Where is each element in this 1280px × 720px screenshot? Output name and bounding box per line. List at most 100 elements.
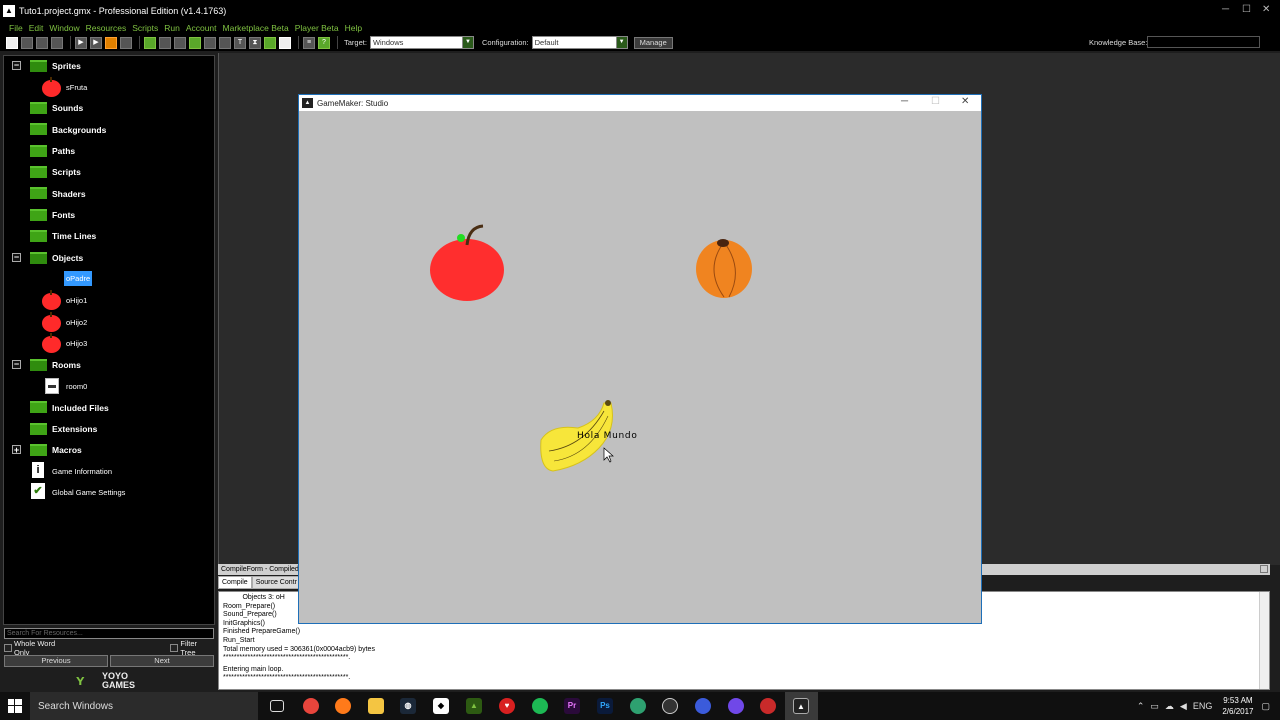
menu-marketplace[interactable]: Marketplace Beta	[223, 23, 289, 33]
menu-resources[interactable]: Resources	[86, 23, 127, 33]
menu-edit[interactable]: Edit	[29, 23, 44, 33]
tree-folder-extensions[interactable]: Extensions	[52, 424, 97, 434]
game-canvas[interactable]	[299, 111, 981, 623]
font-icon[interactable]: T	[234, 36, 246, 49]
background-icon[interactable]	[174, 36, 186, 49]
menu-scripts[interactable]: Scripts	[132, 23, 158, 33]
tree-item-opadre[interactable]: oPadre	[64, 271, 93, 286]
tree-item-room0[interactable]: room0	[66, 382, 87, 391]
steam-icon[interactable]: ◍	[400, 698, 416, 714]
spotify-icon[interactable]	[532, 698, 548, 714]
game-close-button[interactable]: ✕	[961, 96, 969, 107]
tree-item-ohijo2[interactable]: oHijo2	[66, 318, 87, 327]
sound-icon[interactable]	[159, 36, 171, 49]
minimize-button[interactable]: ─	[1222, 4, 1229, 15]
room-icon[interactable]	[279, 36, 291, 49]
tree-item-sfruta[interactable]: sFruta	[66, 83, 87, 92]
game-minimize-button[interactable]: ─	[901, 96, 908, 107]
app-red-icon[interactable]	[760, 698, 776, 714]
new-project-icon[interactable]	[6, 36, 18, 49]
network-icon[interactable]: ▭	[1150, 701, 1159, 712]
help-icon[interactable]: ?	[318, 36, 330, 49]
shader-icon[interactable]	[219, 36, 231, 49]
menu-account[interactable]: Account	[186, 23, 217, 33]
firefox-icon[interactable]	[335, 698, 351, 714]
next-button[interactable]: Next	[110, 655, 214, 667]
clean-icon[interactable]	[120, 36, 132, 49]
stop-icon[interactable]	[105, 36, 117, 49]
heart-app-icon[interactable]: ♥	[499, 698, 515, 714]
file-explorer-icon[interactable]	[368, 698, 384, 714]
script-icon[interactable]	[204, 36, 216, 49]
clock[interactable]: 9:53 AM 2/6/2017	[1222, 695, 1253, 717]
task-view-icon[interactable]	[270, 700, 284, 712]
whole-word-checkbox[interactable]	[4, 643, 12, 652]
output-scrollbar[interactable]	[1259, 592, 1269, 689]
tree-item-ohijo1[interactable]: oHijo1	[66, 296, 87, 305]
debug-icon[interactable]: ▶	[90, 36, 102, 49]
app-purple-icon[interactable]	[728, 698, 744, 714]
tree-item-ohijo3[interactable]: oHijo3	[66, 339, 87, 348]
path-icon[interactable]	[189, 36, 201, 49]
export-icon[interactable]	[51, 36, 63, 49]
knowledge-base-input[interactable]	[1147, 36, 1260, 48]
cloud-icon[interactable]: ☁	[1165, 701, 1174, 712]
target-select[interactable]: Windows ▼	[369, 36, 474, 49]
close-button[interactable]: ✕	[1262, 4, 1270, 15]
app-icon[interactable]: ◆	[433, 698, 449, 714]
tree-folder-sprites[interactable]: Sprites	[52, 61, 81, 71]
expand-macros-toggle[interactable]: +	[12, 445, 21, 455]
chevron-down-icon[interactable]: ▼	[615, 37, 627, 48]
configuration-select[interactable]: Default ▼	[531, 36, 628, 49]
sprite-icon[interactable]	[144, 36, 156, 49]
collapse-objects-toggle[interactable]: −	[12, 253, 21, 262]
restore-icon[interactable]	[1260, 565, 1268, 573]
game-maximize-button[interactable]: ☐	[931, 96, 940, 107]
tree-folder-paths[interactable]: Paths	[52, 146, 75, 156]
menu-file[interactable]: File	[9, 23, 23, 33]
filter-tree-checkbox[interactable]	[170, 643, 179, 652]
previous-button[interactable]: Previous	[4, 655, 108, 667]
tree-folder-sounds[interactable]: Sounds	[52, 103, 83, 113]
app-globe-icon[interactable]	[630, 698, 646, 714]
tree-item-game-information[interactable]: Game Information	[52, 467, 112, 476]
tree-folder-macros[interactable]: Macros	[52, 445, 82, 455]
start-button[interactable]	[0, 692, 30, 720]
language-indicator[interactable]: ENG	[1193, 701, 1213, 711]
manage-button[interactable]: Manage	[633, 36, 673, 49]
menu-help[interactable]: Help	[345, 23, 362, 33]
premiere-icon[interactable]: Pr	[564, 698, 580, 714]
tab-compile[interactable]: Compile	[218, 576, 252, 589]
tree-folder-fonts[interactable]: Fonts	[52, 210, 75, 220]
gamemaker-runner-icon[interactable]: ▲	[793, 698, 809, 714]
obs-icon[interactable]	[662, 698, 678, 714]
tab-source-control[interactable]: Source Contr	[251, 576, 301, 589]
app-settings-icon[interactable]	[695, 698, 711, 714]
tray-expand-icon[interactable]: ⌃	[1137, 701, 1145, 712]
open-project-icon[interactable]	[21, 36, 33, 49]
notifications-icon[interactable]: ▢	[1261, 701, 1270, 712]
taskbar-search-input[interactable]: Search Windows	[30, 692, 258, 720]
tree-folder-objects[interactable]: Objects	[52, 253, 83, 263]
photoshop-icon[interactable]: Ps	[597, 698, 613, 714]
menu-run[interactable]: Run	[164, 23, 180, 33]
chrome-icon[interactable]	[303, 698, 319, 714]
tree-folder-rooms[interactable]: Rooms	[52, 360, 81, 370]
gamemaker-taskbar-icon[interactable]: ▲	[466, 698, 482, 714]
save-project-icon[interactable]	[36, 36, 48, 49]
tree-folder-scripts[interactable]: Scripts	[52, 167, 81, 177]
run-icon[interactable]: ▶	[75, 36, 87, 49]
tree-folder-backgrounds[interactable]: Backgrounds	[52, 125, 106, 135]
restore-button[interactable]: ☐	[1242, 4, 1251, 15]
menu-window[interactable]: Window	[49, 23, 79, 33]
tree-folder-shaders[interactable]: Shaders	[52, 189, 86, 199]
settings-list-icon[interactable]: ≡	[303, 36, 315, 49]
volume-icon[interactable]: ◀	[1180, 701, 1187, 712]
menu-player[interactable]: Player Beta	[295, 23, 339, 33]
collapse-sprites-toggle[interactable]: −	[12, 61, 21, 70]
object-icon[interactable]	[264, 36, 276, 49]
resource-search-input[interactable]: Search For Resources...	[4, 628, 214, 639]
tree-folder-included-files[interactable]: Included Files	[52, 403, 109, 413]
tree-folder-timelines[interactable]: Time Lines	[52, 231, 96, 241]
timeline-icon[interactable]: ⧗	[249, 36, 261, 49]
